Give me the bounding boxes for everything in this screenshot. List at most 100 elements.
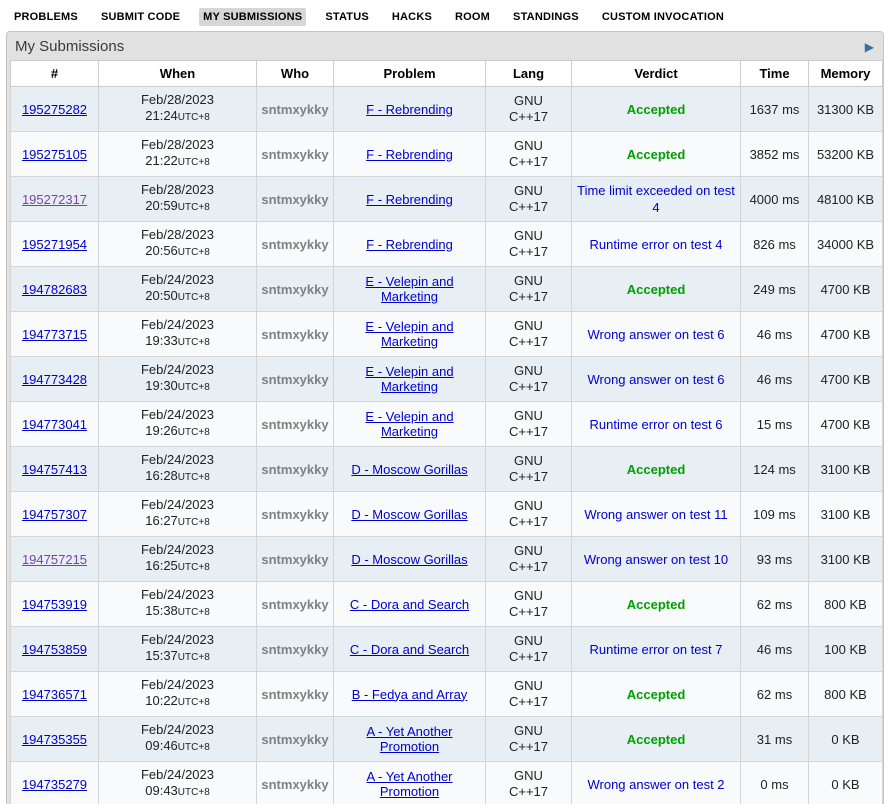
submission-lang-cell: GNU C++17 <box>486 582 572 627</box>
submission-memory-cell: 48100 KB <box>809 177 883 222</box>
submission-author: sntmxykky <box>261 282 328 297</box>
submission-row: 194757215 Feb/24/2023 16:25UTC+8 sntmxyk… <box>11 537 883 582</box>
submission-memory-cell: 4700 KB <box>809 357 883 402</box>
problem-link[interactable]: D - Moscow Gorillas <box>351 462 467 477</box>
submission-id-cell: 194773041 <box>11 402 99 447</box>
nav-item-room[interactable]: ROOM <box>451 8 494 26</box>
submission-author: sntmxykky <box>261 327 328 342</box>
submission-timezone: UTC+8 <box>178 247 210 258</box>
submission-author: sntmxykky <box>261 642 328 657</box>
submission-id-link[interactable]: 194753859 <box>22 642 87 657</box>
submission-who-cell: sntmxykky <box>257 492 334 537</box>
submission-problem-cell: F - Rebrending <box>334 132 486 177</box>
submission-id-link[interactable]: 194757307 <box>22 507 87 522</box>
submission-id-link[interactable]: 195275105 <box>22 147 87 162</box>
problem-link[interactable]: E - Velepin and Marketing <box>365 364 453 394</box>
problem-link[interactable]: C - Dora and Search <box>350 597 469 612</box>
panel-caption-bar: My Submissions ▶ <box>10 35 880 60</box>
problem-link[interactable]: A - Yet Another Promotion <box>366 769 452 799</box>
problem-link[interactable]: E - Velepin and Marketing <box>365 409 453 439</box>
nav-item-hacks[interactable]: HACKS <box>388 8 436 26</box>
submission-id-link[interactable]: 194773041 <box>22 417 87 432</box>
submission-memory: 4700 KB <box>821 372 871 387</box>
submission-time-cell: 0 ms <box>741 762 809 804</box>
nav-item-my-submissions[interactable]: MY SUBMISSIONS <box>199 8 306 26</box>
submission-time-cell: 31 ms <box>741 717 809 762</box>
submission-lang-cell: GNU C++17 <box>486 132 572 177</box>
problem-link[interactable]: A - Yet Another Promotion <box>366 724 452 754</box>
submission-verdict: Runtime error on test 7 <box>590 642 723 657</box>
table-header-cell: Problem <box>334 61 486 87</box>
submission-time-cell: 93 ms <box>741 537 809 582</box>
submission-row: 194757307 Feb/24/2023 16:27UTC+8 sntmxyk… <box>11 492 883 537</box>
submission-id-link[interactable]: 195275282 <box>22 102 87 117</box>
submission-date: Feb/24/2023 <box>103 362 252 378</box>
submission-verdict: Wrong answer on test 6 <box>587 327 724 342</box>
submission-memory-cell: 4700 KB <box>809 312 883 357</box>
submission-lang-cell: GNU C++17 <box>486 312 572 357</box>
submission-id-link[interactable]: 194757413 <box>22 462 87 477</box>
problem-link[interactable]: F - Rebrending <box>366 237 453 252</box>
submission-lang-cell: GNU C++17 <box>486 762 572 804</box>
submission-id-link[interactable]: 194735355 <box>22 732 87 747</box>
expand-arrow-icon[interactable]: ▶ <box>865 41 874 53</box>
submission-time-cell: 46 ms <box>741 357 809 402</box>
submission-timezone: UTC+8 <box>178 517 210 528</box>
nav-item-standings[interactable]: STANDINGS <box>509 8 583 26</box>
submission-who-cell: sntmxykky <box>257 312 334 357</box>
submission-id-link[interactable]: 194782683 <box>22 282 87 297</box>
top-nav: PROBLEMS SUBMIT CODE MY SUBMISSIONS STATUS H… <box>0 0 890 31</box>
submission-id-link[interactable]: 194757215 <box>22 552 87 567</box>
submission-who-cell: sntmxykky <box>257 222 334 267</box>
problem-link[interactable]: F - Rebrending <box>366 147 453 162</box>
submission-who-cell: sntmxykky <box>257 357 334 402</box>
submission-language: GNU C++17 <box>504 588 554 620</box>
nav-item-custom-invocation[interactable]: CUSTOM INVOCATION <box>598 8 728 26</box>
submission-id-link[interactable]: 195271954 <box>22 237 87 252</box>
submission-when-cell: Feb/24/2023 15:38UTC+8 <box>99 582 257 627</box>
submission-memory-cell: 34000 KB <box>809 222 883 267</box>
submission-id-link[interactable]: 194773428 <box>22 372 87 387</box>
submission-when-cell: Feb/24/2023 19:33UTC+8 <box>99 312 257 357</box>
table-header-cell: Who <box>257 61 334 87</box>
submission-verdict-cell: Wrong answer on test 6 <box>572 312 741 357</box>
submission-author: sntmxykky <box>261 192 328 207</box>
submission-id-link[interactable]: 194753919 <box>22 597 87 612</box>
submission-lang-cell: GNU C++17 <box>486 267 572 312</box>
nav-item-status[interactable]: STATUS <box>321 8 373 26</box>
problem-link[interactable]: D - Moscow Gorillas <box>351 552 467 567</box>
submission-time: 10:22 <box>145 693 178 708</box>
problem-link[interactable]: E - Velepin and Marketing <box>365 319 453 349</box>
submission-memory: 4700 KB <box>821 327 871 342</box>
submission-memory-cell: 0 KB <box>809 717 883 762</box>
submission-id-link[interactable]: 194773715 <box>22 327 87 342</box>
submission-memory-cell: 100 KB <box>809 627 883 672</box>
submission-memory: 0 KB <box>831 732 859 747</box>
submission-when-cell: Feb/28/2023 20:56UTC+8 <box>99 222 257 267</box>
submission-time: 19:30 <box>145 378 178 393</box>
problem-link[interactable]: B - Fedya and Array <box>352 687 468 702</box>
nav-item-submit-code[interactable]: SUBMIT CODE <box>97 8 184 26</box>
submission-time: 21:24 <box>145 108 178 123</box>
submission-time: 15:37 <box>145 648 178 663</box>
problem-link[interactable]: D - Moscow Gorillas <box>351 507 467 522</box>
table-header-cell: When <box>99 61 257 87</box>
submission-id-link[interactable]: 195272317 <box>22 192 87 207</box>
submission-verdict-cell: Accepted <box>572 717 741 762</box>
submission-id-link[interactable]: 194735279 <box>22 777 87 792</box>
submission-when-cell: Feb/24/2023 10:22UTC+8 <box>99 672 257 717</box>
nav-item-problems[interactable]: PROBLEMS <box>10 8 82 26</box>
submission-memory: 31300 KB <box>817 102 874 117</box>
submission-verdict-cell: Accepted <box>572 672 741 717</box>
submission-verdict-cell: Wrong answer on test 10 <box>572 537 741 582</box>
problem-link[interactable]: E - Velepin and Marketing <box>365 274 453 304</box>
problem-link[interactable]: F - Rebrending <box>366 192 453 207</box>
submission-memory-cell: 31300 KB <box>809 87 883 132</box>
problem-link[interactable]: C - Dora and Search <box>350 642 469 657</box>
submission-exec-time: 826 ms <box>753 237 796 252</box>
submission-verdict-cell: Wrong answer on test 2 <box>572 762 741 804</box>
submission-id-link[interactable]: 194736571 <box>22 687 87 702</box>
submission-timezone: UTC+8 <box>178 472 210 483</box>
problem-link[interactable]: F - Rebrending <box>366 102 453 117</box>
submission-author: sntmxykky <box>261 237 328 252</box>
